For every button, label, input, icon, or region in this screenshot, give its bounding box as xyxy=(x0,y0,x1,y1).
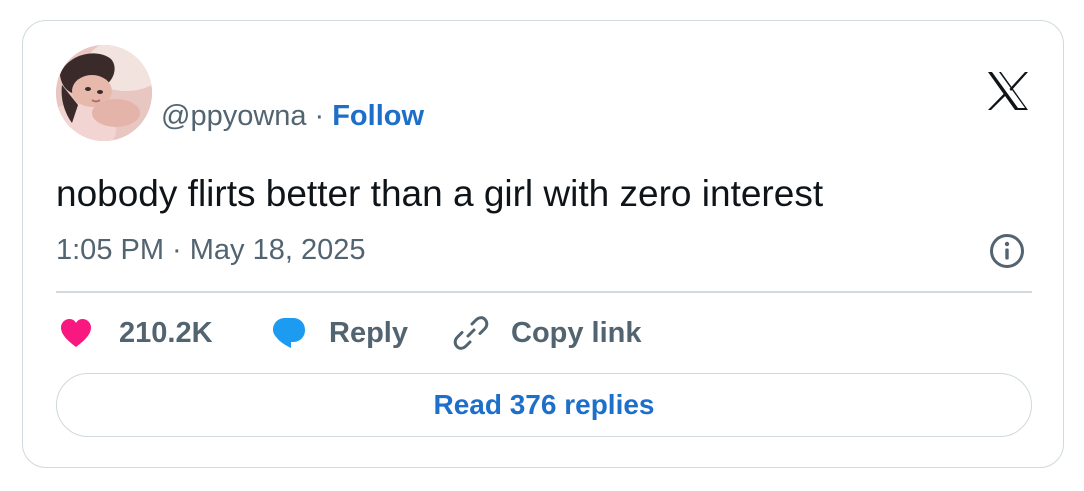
tweet-header: @ppyowna · Follow xyxy=(161,98,424,134)
copy-link-button[interactable]: Copy link xyxy=(453,311,642,355)
tweet-timestamp[interactable]: 1:05 PM · May 18, 2025 xyxy=(56,232,366,268)
tweet-card: @ppyowna · Follow nobody flirts better tha… xyxy=(22,20,1064,468)
header-separator: · xyxy=(314,100,325,132)
follow-button[interactable]: Follow xyxy=(332,100,424,132)
speech-bubble-icon xyxy=(273,318,305,348)
read-replies-button[interactable]: Read 376 replies xyxy=(56,373,1032,437)
user-handle[interactable]: @ppyowna xyxy=(161,100,307,132)
avatar[interactable] xyxy=(56,45,152,141)
like-count: 210.2K xyxy=(119,316,213,349)
avatar-photo xyxy=(56,45,152,141)
reply-label: Reply xyxy=(329,316,408,349)
reply-button[interactable]: Reply xyxy=(271,311,408,355)
x-logo-icon[interactable] xyxy=(987,71,1029,111)
tweet-text: nobody flirts better than a girl with ze… xyxy=(56,173,824,214)
like-button[interactable]: 210.2K xyxy=(59,311,213,355)
heart-icon xyxy=(61,319,91,347)
copy-link-label: Copy link xyxy=(511,316,642,349)
info-icon[interactable] xyxy=(989,233,1025,269)
link-icon xyxy=(453,316,489,350)
divider xyxy=(56,291,1032,293)
